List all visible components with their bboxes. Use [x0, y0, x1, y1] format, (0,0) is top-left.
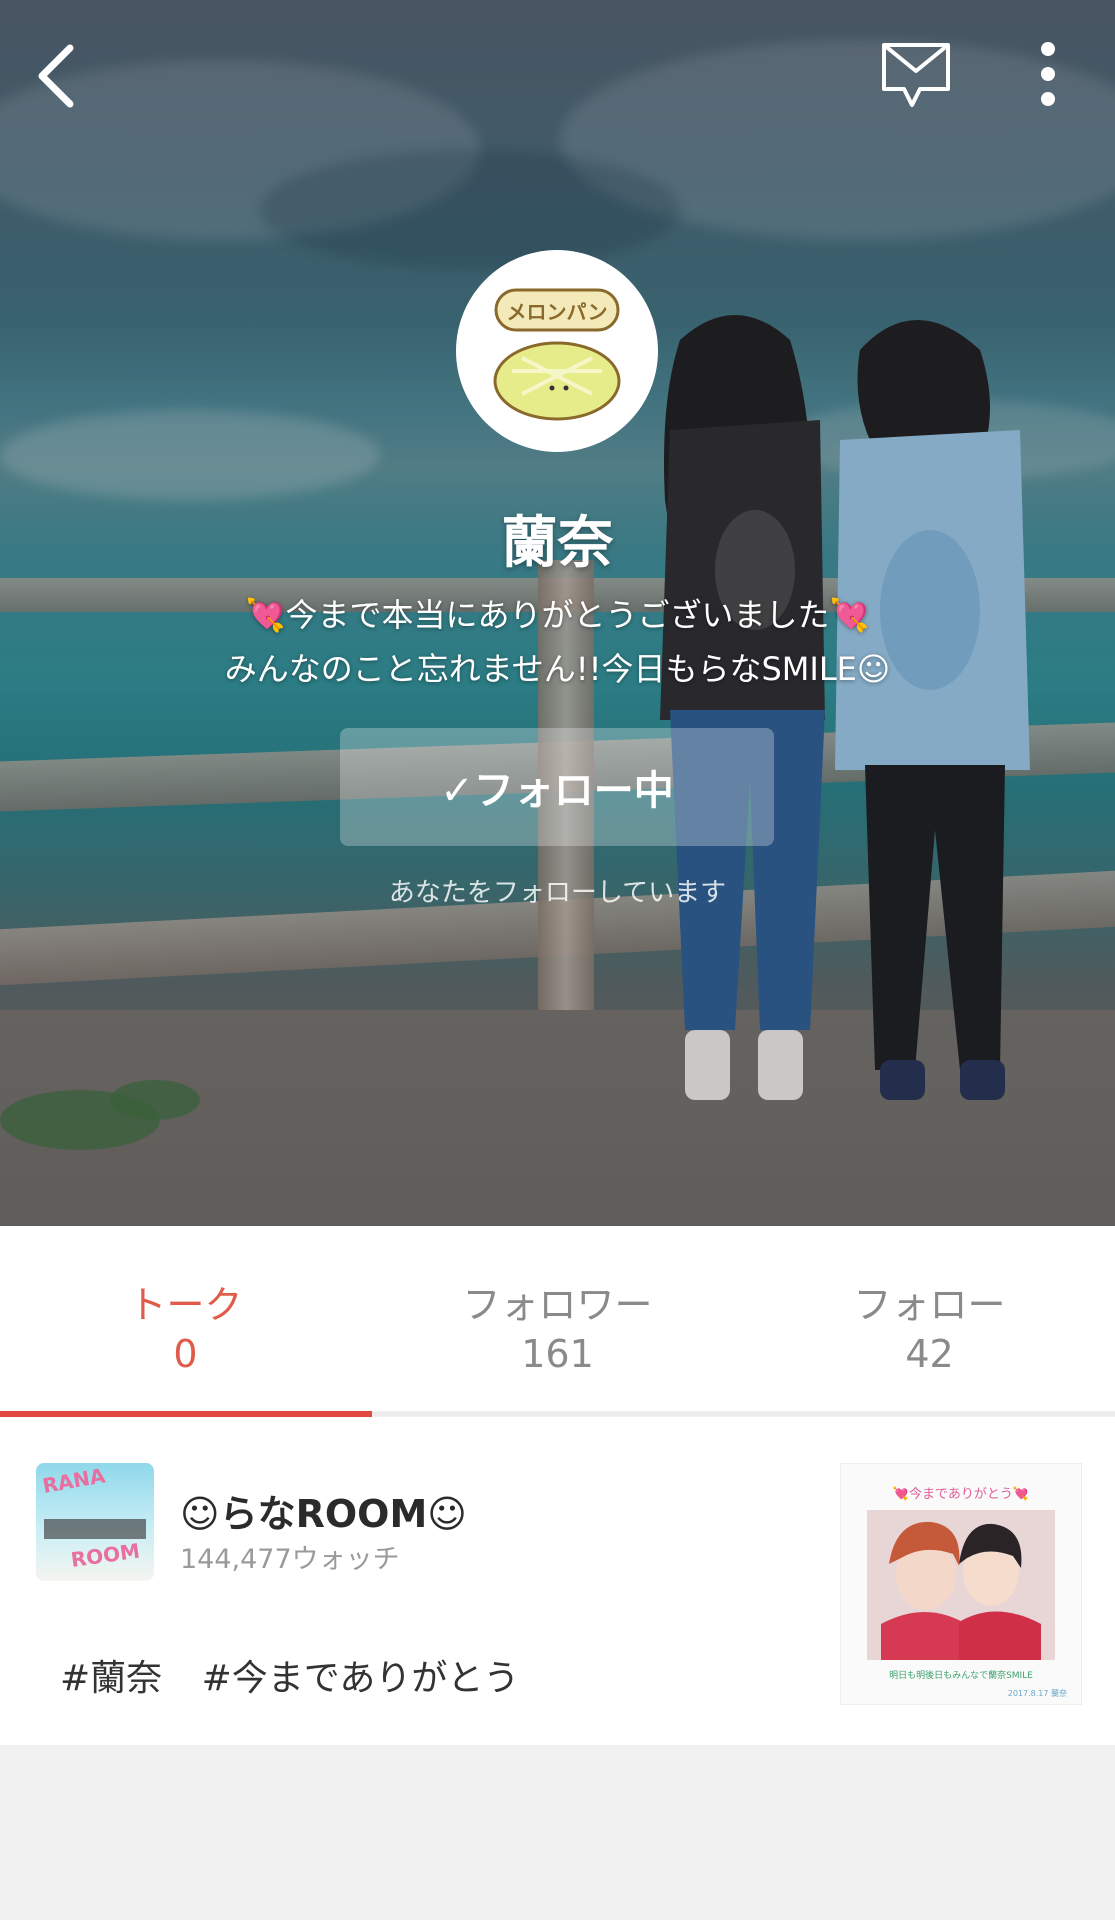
room-thumb-text-bottom: ROOM [69, 1539, 141, 1572]
room-watch-count: 144,477ウォッチ [180, 1544, 400, 1575]
avatar[interactable]: メロンパン [456, 250, 658, 452]
talk-post-card[interactable]: RANA ROOM ☺らなROOM☺ 144,477ウォッチ #蘭奈 #今まであ… [0, 1417, 1115, 1745]
tab-following[interactable]: フォロー 42 [744, 1226, 1115, 1411]
profile-bio-line-1: 💘今まで本当にありがとうございました💘 [245, 596, 870, 634]
thumb-footer: 明日も明後日もみんなで蘭奈SMILE [889, 1669, 1033, 1681]
hashtag-list: #蘭奈 #今までありがとう [60, 1649, 547, 1701]
tab-talk-label: トーク [128, 1283, 243, 1327]
following-button[interactable]: ✓フォロー中 [340, 728, 774, 846]
hashtag-2[interactable]: #今までありがとう [202, 1658, 520, 1699]
thumb-caption: 💘今までありがとう💘 [893, 1486, 1029, 1502]
room-thumbnail[interactable]: RANA ROOM [36, 1463, 154, 1581]
profile-tabs: トーク 0 フォロワー 161 フォロー 42 [0, 1226, 1115, 1416]
message-button[interactable] [876, 34, 956, 114]
following-button-label: ✓フォロー中 [440, 768, 674, 814]
chevron-left-icon [38, 44, 74, 108]
tab-following-count: 42 [905, 1332, 954, 1376]
room-thumb-text-top: RANA [41, 1463, 108, 1498]
tab-talk-count: 0 [173, 1332, 198, 1376]
tab-followers-count: 161 [521, 1332, 594, 1376]
tab-talk[interactable]: トーク 0 [0, 1226, 371, 1411]
hashtag-1[interactable]: #蘭奈 [60, 1658, 162, 1699]
thumb-date: 2017.8.17 蘭奈 [1008, 1688, 1067, 1698]
profile-name: 蘭奈 [501, 511, 614, 576]
more-options-button[interactable] [1020, 34, 1076, 114]
melon-bread-avatar-image: メロンパン [493, 288, 621, 421]
avatar-text: メロンパン [507, 300, 608, 324]
empty-area [0, 1745, 1115, 1920]
room-name[interactable]: ☺らなROOM☺ [180, 1483, 467, 1538]
tab-followers-label: フォロワー [462, 1283, 653, 1327]
tab-followers[interactable]: フォロワー 161 [372, 1226, 743, 1411]
envelope-icon [882, 43, 950, 107]
tab-following-label: フォロー [853, 1283, 1006, 1327]
back-button[interactable] [20, 36, 92, 116]
follows-you-note: あなたをフォローしています [388, 878, 727, 908]
vertical-ellipsis-icon [1041, 42, 1055, 106]
profile-bio-line-2: みんなのこと忘れません!!今日もらなSMILE☺ [224, 650, 891, 688]
post-thumbnail-image[interactable]: 💘今までありがとう💘 明日も明後日もみんなで蘭奈SMILE 2017.8.17 … [840, 1463, 1082, 1705]
